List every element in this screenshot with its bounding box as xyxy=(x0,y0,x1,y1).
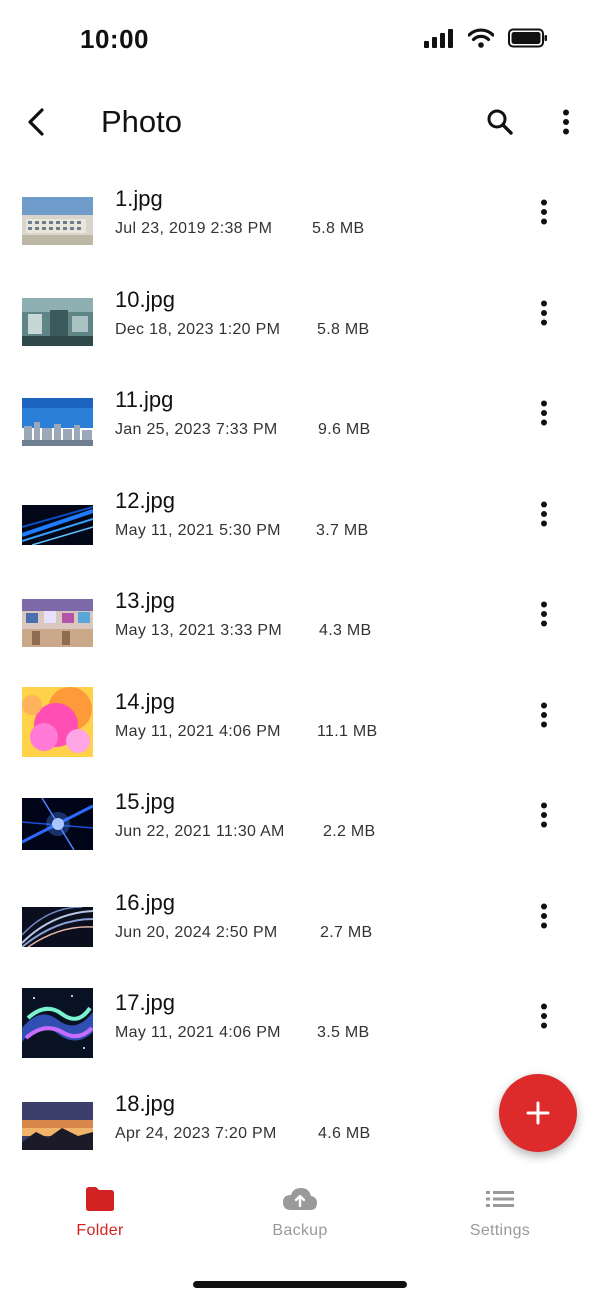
file-name: 17.jpg xyxy=(115,990,175,1015)
file-name: 14.jpg xyxy=(115,688,175,714)
file-list: 1.jpg Jul 23, 2019 2:38 PM 5.8 MB 10.jpg… xyxy=(0,160,600,1160)
file-row[interactable]: 11.jpg Jan 25, 2023 7:33 PM 9.6 MB xyxy=(0,361,600,462)
file-name: 10.jpg xyxy=(115,286,175,312)
signal-icon xyxy=(424,28,454,53)
thumbnail xyxy=(22,385,93,455)
nav-item-settings[interactable]: Settings xyxy=(400,1182,600,1252)
back-button[interactable] xyxy=(14,100,58,144)
file-size: 2.2 MB xyxy=(323,823,376,840)
more-vertical-icon xyxy=(541,903,547,928)
nav-label: Settings xyxy=(469,1222,531,1239)
status-icons xyxy=(424,28,548,53)
file-name: 11.jpg xyxy=(115,387,174,412)
file-size: 3.7 MB xyxy=(316,521,369,539)
thumbnail xyxy=(22,988,93,1058)
file-size: 4.3 MB xyxy=(319,622,372,639)
file-row[interactable]: 15.jpg Jun 22, 2021 11:30 AM 2.2 MB xyxy=(0,763,600,864)
nav-item-backup[interactable]: Backup xyxy=(200,1182,400,1252)
more-vertical-icon xyxy=(541,601,547,627)
file-size: 11.1 MB xyxy=(317,722,378,740)
file-size: 5.8 MB xyxy=(312,220,365,237)
list-icon xyxy=(486,1182,514,1216)
file-size: 3.5 MB xyxy=(317,1024,370,1041)
thumbnail xyxy=(22,888,93,958)
more-vertical-icon xyxy=(541,300,547,325)
more-vertical-icon xyxy=(541,802,547,828)
file-name: 13.jpg xyxy=(115,588,175,613)
file-size: 5.8 MB xyxy=(317,320,370,338)
row-more-button[interactable] xyxy=(524,393,564,433)
row-more-button[interactable] xyxy=(524,896,564,936)
more-options-button[interactable] xyxy=(544,100,588,144)
file-date: Apr 24, 2023 7:20 PM xyxy=(115,1124,277,1142)
row-more-button[interactable] xyxy=(524,795,564,835)
more-vertical-icon xyxy=(541,501,547,526)
file-name: 18.jpg xyxy=(115,1090,175,1116)
file-date: Jun 22, 2021 11:30 AM xyxy=(115,823,285,840)
file-date: Jul 23, 2019 2:38 PM xyxy=(115,220,273,237)
row-more-button[interactable] xyxy=(524,695,564,735)
row-more-button[interactable] xyxy=(524,996,564,1036)
folder-icon xyxy=(84,1182,116,1216)
thumbnail xyxy=(22,787,93,857)
file-row[interactable]: 14.jpg May 11, 2021 4:06 PM 11.1 MB xyxy=(0,663,600,764)
file-row[interactable]: 1.jpg Jul 23, 2019 2:38 PM 5.8 MB xyxy=(0,160,600,261)
wifi-icon xyxy=(467,28,495,53)
row-more-button[interactable] xyxy=(524,594,564,634)
file-date: May 13, 2021 3:33 PM xyxy=(115,622,282,639)
file-row[interactable]: 12.jpg May 11, 2021 5:30 PM 3.7 MB xyxy=(0,462,600,563)
nav-item-folder[interactable]: Folder xyxy=(0,1182,200,1252)
row-more-button[interactable] xyxy=(524,494,564,534)
file-size: 2.7 MB xyxy=(320,923,373,941)
more-vertical-icon xyxy=(541,199,547,225)
nav-label: Backup xyxy=(272,1222,328,1239)
row-more-button[interactable] xyxy=(524,293,564,333)
file-row[interactable]: 17.jpg May 11, 2021 4:06 PM 3.5 MB xyxy=(0,964,600,1065)
add-button[interactable] xyxy=(499,1074,577,1152)
file-date: Jan 25, 2023 7:33 PM xyxy=(115,421,278,438)
nav-label: Folder xyxy=(76,1222,124,1239)
search-icon xyxy=(487,109,513,135)
file-date: May 11, 2021 4:06 PM xyxy=(115,1024,281,1041)
app-bar: Photo xyxy=(0,90,600,154)
plus-icon xyxy=(526,1101,550,1125)
file-size: 9.6 MB xyxy=(318,421,371,438)
file-date: May 11, 2021 5:30 PM xyxy=(115,521,281,539)
file-name: 1.jpg xyxy=(115,186,163,211)
search-button[interactable] xyxy=(478,100,522,144)
more-vertical-icon xyxy=(541,400,547,426)
more-vertical-icon xyxy=(541,1003,547,1029)
row-more-button[interactable] xyxy=(524,192,564,232)
page-title: Photo xyxy=(101,104,183,139)
chevron-left-icon xyxy=(28,108,44,136)
file-date: May 11, 2021 4:06 PM xyxy=(115,722,281,740)
home-indicator xyxy=(193,1281,407,1288)
bottom-nav: Folder Backup Settings xyxy=(0,1170,600,1260)
more-vertical-icon xyxy=(541,702,547,727)
file-name: 12.jpg xyxy=(115,487,175,513)
thumbnail xyxy=(22,184,93,254)
more-vertical-icon xyxy=(563,109,569,135)
thumbnail xyxy=(22,686,93,757)
thumbnail xyxy=(22,486,93,556)
thumbnail xyxy=(22,1089,93,1159)
file-row[interactable]: 10.jpg Dec 18, 2023 1:20 PM 5.8 MB xyxy=(0,261,600,362)
file-size: 4.6 MB xyxy=(318,1124,371,1142)
cloud-upload-icon xyxy=(282,1182,318,1216)
file-date: Jun 20, 2024 2:50 PM xyxy=(115,923,278,941)
file-row[interactable]: 13.jpg May 13, 2021 3:33 PM 4.3 MB xyxy=(0,562,600,663)
file-name: 16.jpg xyxy=(115,889,175,915)
thumbnail xyxy=(22,586,93,656)
status-bar: 10:00 xyxy=(0,0,600,80)
status-time: 10:00 xyxy=(80,24,149,54)
thumbnail xyxy=(22,285,93,355)
file-date: Dec 18, 2023 1:20 PM xyxy=(115,320,281,338)
file-name: 15.jpg xyxy=(115,789,175,814)
file-row[interactable]: 16.jpg Jun 20, 2024 2:50 PM 2.7 MB xyxy=(0,864,600,965)
battery-icon xyxy=(508,28,548,53)
